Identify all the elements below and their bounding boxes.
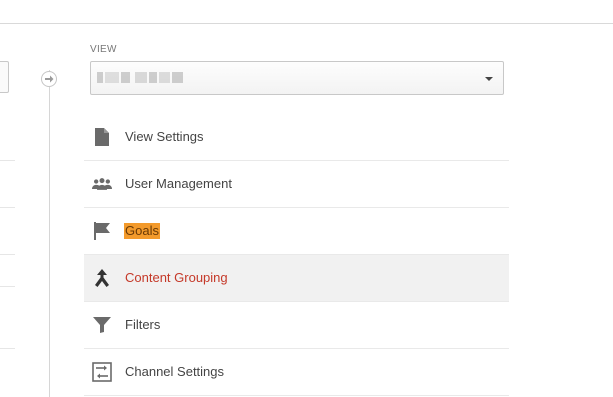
menu-item-content-grouping[interactable]: Content Grouping — [84, 255, 509, 302]
arrow-right-icon — [41, 71, 57, 87]
menu-item-label: Filters — [125, 317, 161, 332]
document-icon — [92, 127, 112, 147]
channel-settings-icon — [92, 362, 112, 382]
left-row-divider — [0, 286, 15, 287]
filter-icon — [92, 315, 112, 335]
menu-item-channel-settings[interactable]: Channel Settings — [84, 349, 509, 396]
view-admin-menu: View Settings User Management Goals Cont… — [84, 114, 509, 396]
menu-item-view-settings[interactable]: View Settings — [84, 114, 509, 161]
menu-item-label: User Management — [125, 176, 232, 191]
content-grouping-icon — [92, 268, 112, 288]
menu-item-label: View Settings — [125, 129, 204, 144]
account-select-fragment[interactable] — [0, 61, 9, 93]
menu-item-user-management[interactable]: User Management — [84, 161, 509, 208]
view-label: VIEW — [90, 44, 117, 55]
view-select[interactable] — [90, 61, 504, 95]
left-row-divider — [0, 348, 15, 349]
menu-item-label: Channel Settings — [125, 364, 225, 379]
top-divider — [0, 23, 613, 24]
redacted-view-name — [97, 72, 183, 83]
menu-item-label: Content Grouping — [125, 270, 228, 285]
flag-icon — [92, 221, 112, 241]
menu-item-goals[interactable]: Goals — [84, 208, 509, 255]
menu-item-label: Goals — [124, 223, 160, 239]
chevron-down-icon — [485, 77, 493, 81]
left-row-divider — [0, 207, 15, 208]
left-row-divider — [0, 254, 15, 255]
menu-item-filters[interactable]: Filters — [84, 302, 509, 349]
left-row-divider — [0, 160, 15, 161]
users-icon — [92, 174, 112, 194]
column-divider — [49, 70, 50, 397]
